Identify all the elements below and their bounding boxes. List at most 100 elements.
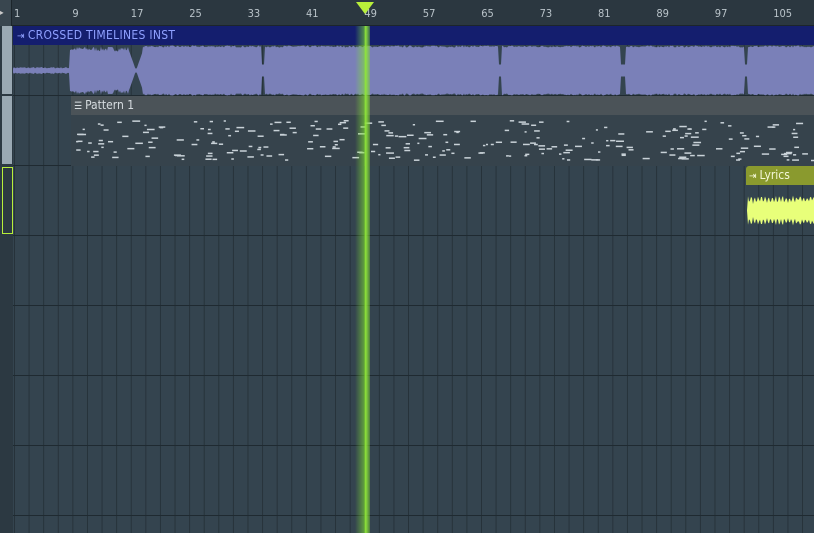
- ruler-tick: 97: [714, 7, 728, 20]
- note: [395, 156, 401, 158]
- note: [257, 148, 261, 151]
- note: [211, 142, 218, 145]
- note: [679, 156, 687, 158]
- note: [755, 135, 760, 138]
- note: [662, 135, 666, 137]
- song-position-marker[interactable]: [356, 2, 375, 14]
- note: [478, 152, 484, 154]
- note: [566, 159, 571, 161]
- pattern-clip[interactable]: ☰ Pattern 1: [71, 96, 814, 166]
- note: [148, 146, 156, 149]
- note: [388, 157, 395, 159]
- audio-clip-instrumental[interactable]: ⇥ CROSSED TIMELINES INST: [13, 26, 814, 96]
- note: [315, 128, 322, 130]
- note: [506, 155, 509, 157]
- note: [314, 120, 318, 123]
- note: [435, 120, 444, 123]
- track-1-header[interactable]: [2, 26, 12, 94]
- note: [91, 156, 95, 158]
- note: [248, 145, 253, 148]
- clip-label: Lyrics: [759, 168, 790, 182]
- note: [98, 143, 105, 145]
- note: [234, 130, 239, 133]
- note: [386, 152, 394, 154]
- note: [531, 124, 537, 127]
- note: [490, 143, 494, 146]
- note: [144, 124, 147, 127]
- ruler-tick: 65: [481, 7, 494, 20]
- note: [378, 121, 384, 123]
- audio-clip-icon: ⇥: [17, 31, 25, 42]
- note: [257, 135, 264, 137]
- note: [286, 121, 291, 124]
- timeline-ruler[interactable]: 1 9 17 25 33 41 49 57 65 73 81 89 97 105: [0, 0, 814, 26]
- note: [464, 157, 471, 159]
- ruler-menu-arrow[interactable]: ▸: [0, 0, 12, 26]
- note: [207, 132, 213, 135]
- note: [334, 143, 338, 146]
- note: [93, 150, 99, 153]
- note: [176, 155, 185, 157]
- ruler-tick: 17: [130, 7, 144, 20]
- note: [425, 154, 428, 156]
- note: [534, 130, 540, 132]
- note: [565, 149, 573, 151]
- note: [772, 124, 780, 126]
- note: [333, 140, 338, 143]
- ruler-tick: 1: [14, 7, 21, 20]
- note: [343, 120, 349, 122]
- note: [205, 158, 212, 160]
- note: [258, 146, 262, 149]
- audio-clip-lyrics[interactable]: ⇥ Lyrics: [746, 166, 814, 236]
- note: [372, 143, 379, 146]
- note: [595, 129, 598, 131]
- note: [394, 135, 399, 137]
- note: [371, 150, 376, 153]
- note: [406, 134, 414, 137]
- ruler-tick: 89: [656, 7, 669, 20]
- note: [225, 128, 230, 130]
- selected-track-indicator[interactable]: [2, 167, 13, 234]
- playhead[interactable]: [355, 26, 371, 533]
- note: [313, 134, 319, 137]
- note: [176, 139, 184, 141]
- note: [739, 132, 744, 134]
- note: [191, 143, 198, 146]
- note: [181, 158, 185, 161]
- note: [442, 150, 445, 152]
- note: [566, 120, 570, 123]
- track-headers: [0, 26, 13, 533]
- note: [697, 154, 705, 157]
- note: [280, 133, 285, 136]
- note: [693, 141, 702, 144]
- note: [524, 131, 527, 133]
- note: [744, 138, 750, 140]
- note: [98, 139, 103, 142]
- note: [289, 127, 296, 129]
- note: [673, 128, 676, 130]
- note: [563, 151, 570, 154]
- note: [621, 154, 626, 157]
- note: [339, 121, 347, 124]
- note: [740, 147, 749, 149]
- track-2-header[interactable]: [2, 96, 12, 164]
- note: [595, 159, 601, 161]
- note: [793, 154, 797, 156]
- note: [684, 135, 688, 137]
- note: [591, 142, 594, 144]
- note: [521, 123, 530, 125]
- note: [378, 153, 381, 156]
- note: [310, 124, 315, 127]
- note: [796, 122, 804, 125]
- note: [228, 134, 232, 137]
- note: [730, 155, 735, 158]
- ruler-tick: 81: [598, 7, 611, 20]
- note: [628, 149, 634, 151]
- note: [232, 149, 238, 152]
- note: [660, 151, 667, 154]
- note: [446, 149, 451, 151]
- note: [403, 146, 410, 149]
- note: [524, 154, 528, 157]
- note: [148, 141, 153, 143]
- note: [575, 145, 582, 148]
